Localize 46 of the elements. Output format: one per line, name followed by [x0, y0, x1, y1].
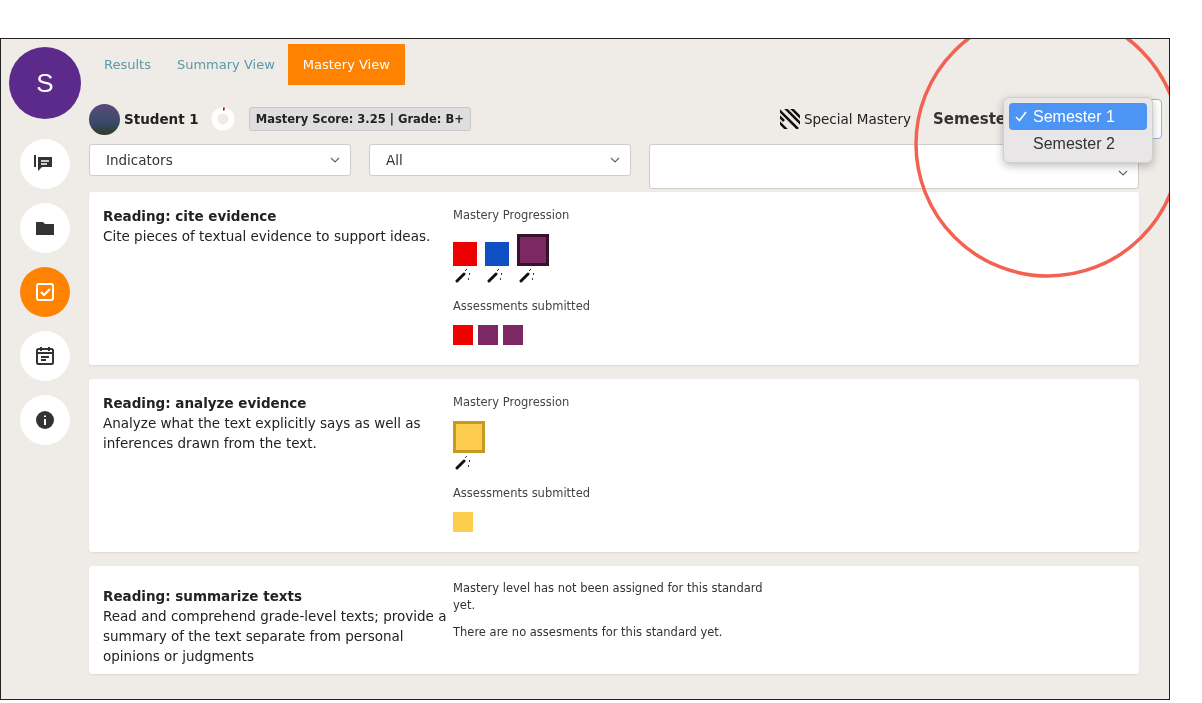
- assessment-square[interactable]: [478, 325, 498, 345]
- menu-option[interactable]: Semester 2: [1009, 130, 1147, 157]
- standard-description: Analyze what the text explicitly says as well as inferences drawn from the text.: [103, 414, 422, 453]
- legend-label: Special Mastery: [803, 111, 911, 127]
- magic-wand-icon: [487, 268, 503, 283]
- photo-placeholder: [89, 103, 120, 135]
- mastery-square[interactable]: [517, 234, 549, 266]
- checkmark-icon: [1015, 111, 1027, 122]
- standard-title: Reading: analyze evidence: [103, 394, 308, 413]
- chevron-down-icon: [610, 157, 620, 163]
- striped-pattern-icon: [779, 109, 800, 129]
- user-avatar[interactable]: S: [9, 47, 81, 119]
- filter-dropdown[interactable]: All: [369, 144, 631, 176]
- mastery-score-badge: Mastery Score: 3.25 | Grade: B+: [248, 107, 471, 131]
- status-message: Mastery level has not been assigned for this standard yet.: [453, 580, 764, 614]
- section-label: Mastery Progression: [453, 395, 571, 409]
- section-label: Assessments submitted: [453, 299, 590, 313]
- semester-label: Semeste: [932, 110, 1006, 128]
- mastery-square[interactable]: [453, 242, 477, 266]
- filter-dropdown[interactable]: Indicators: [89, 144, 351, 176]
- assessment-square[interactable]: [503, 325, 523, 345]
- calendar-icon: [34, 345, 56, 367]
- sidebar-button[interactable]: [20, 395, 70, 445]
- standard-title: Reading: summarize texts: [103, 587, 304, 606]
- student-name: Student 1: [124, 111, 199, 127]
- magic-wand-icon: [519, 268, 535, 283]
- assessment-square[interactable]: [453, 325, 473, 345]
- chevron-down-icon: [1118, 170, 1128, 176]
- mastery-square[interactable]: [453, 421, 485, 453]
- sidebar-button[interactable]: [20, 331, 70, 381]
- magic-wand-icon: [455, 268, 471, 283]
- sidebar-button[interactable]: [20, 203, 70, 253]
- standard-description: Read and comprehend grade-level texts; provide a summary of the text separate from personal opinions or judgments: [103, 607, 448, 666]
- chevron-down-icon: [330, 157, 340, 163]
- mastery-square[interactable]: [485, 242, 509, 266]
- standard-title: Reading: cite evidence: [103, 207, 278, 226]
- status-message: There are no assesments for this standard yet.: [453, 624, 724, 641]
- magic-wand-icon: [455, 455, 471, 470]
- section-label: Mastery Progression: [453, 208, 571, 222]
- progress-ring-icon: [210, 107, 235, 131]
- info-icon: [34, 409, 56, 431]
- sidebar-button[interactable]: [20, 139, 70, 189]
- assessment-square[interactable]: [453, 512, 473, 532]
- checkbox-icon: [34, 281, 56, 303]
- section-label: Assessments submitted: [453, 486, 590, 500]
- standard-description: Cite pieces of textual evidence to support ideas.: [103, 227, 432, 246]
